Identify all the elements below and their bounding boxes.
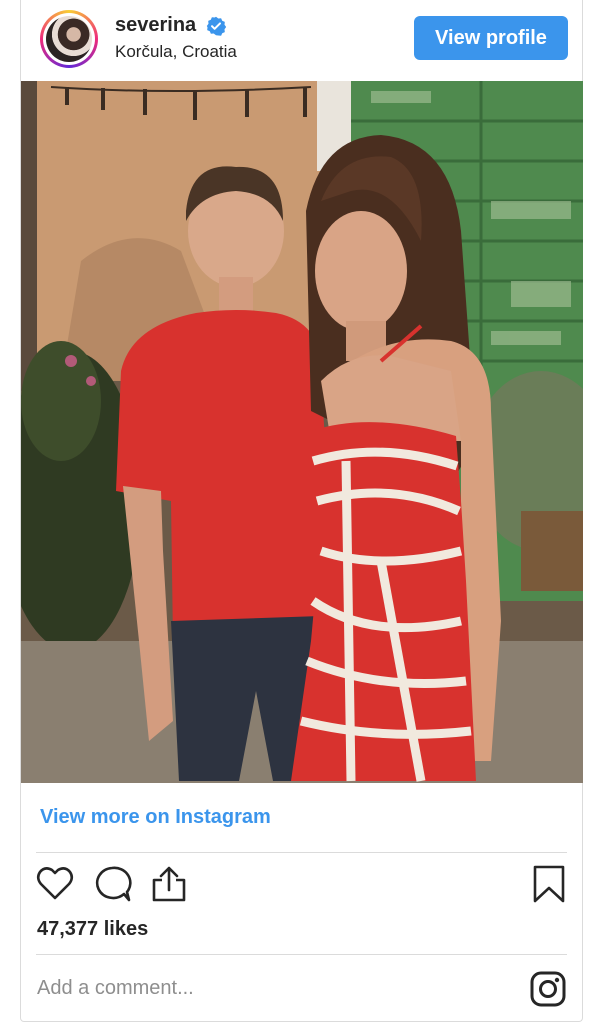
username[interactable]: severina [115,14,196,37]
heart-icon[interactable] [35,864,75,904]
comment-bubble-icon[interactable] [91,864,133,904]
verified-badge-icon [206,16,226,36]
view-more-on-instagram-link[interactable]: View more on Instagram [40,806,271,829]
view-profile-button[interactable]: View profile [414,16,568,60]
bookmark-icon[interactable] [531,864,567,904]
location[interactable]: Korčula, Croatia [115,42,237,62]
post-photo[interactable] [21,81,583,783]
avatar-image [46,16,92,62]
comment-row: Add a comment... [21,956,582,1022]
divider [36,852,567,853]
post-header: severina Korčula, Croatia View profile [21,0,582,80]
instagram-embed-card: severina Korčula, Croatia View profile V… [20,0,583,1022]
divider [36,954,567,955]
share-icon[interactable] [149,864,189,904]
avatar[interactable] [40,10,98,68]
comment-input[interactable]: Add a comment... [37,977,194,1000]
likes-count[interactable]: 47,377 likes [37,918,148,941]
action-bar [21,862,582,910]
instagram-logo-icon[interactable] [530,971,566,1007]
